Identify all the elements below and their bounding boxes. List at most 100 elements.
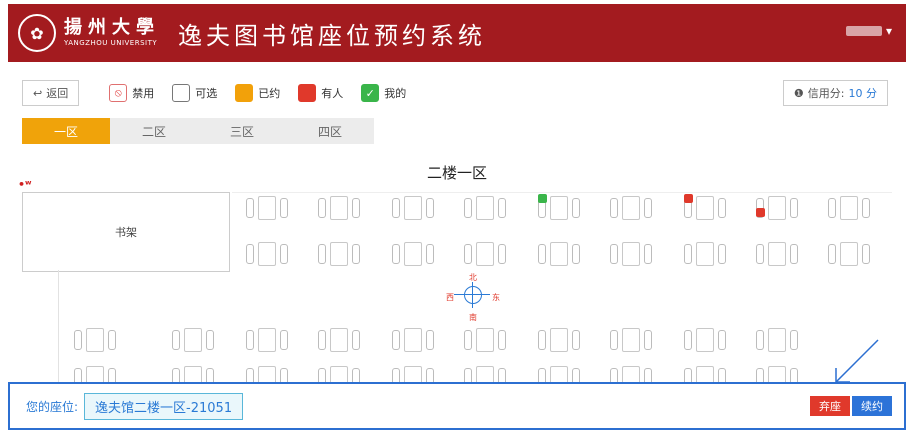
seat-chair xyxy=(426,368,434,382)
seat-map: 二楼一区 •ʷ 书架 北 南 西 东 xyxy=(8,154,906,382)
seat[interactable] xyxy=(538,366,580,382)
annotation-arrow-icon xyxy=(835,339,879,383)
seat-chair xyxy=(74,368,82,382)
divider-line xyxy=(58,270,59,382)
seat-taken-badge xyxy=(756,208,765,217)
legend-label: 可选 xyxy=(195,87,218,100)
seat-free-icon xyxy=(172,84,191,102)
seat[interactable] xyxy=(392,242,434,266)
seat[interactable] xyxy=(464,328,506,352)
seat[interactable] xyxy=(756,328,798,352)
seat[interactable] xyxy=(684,366,726,382)
university-name-cn: 揚州大學 xyxy=(64,17,160,38)
seat-chair xyxy=(538,244,546,264)
seat-chair xyxy=(318,244,326,264)
seat-chair xyxy=(756,244,764,264)
seat[interactable] xyxy=(828,242,870,266)
tab-area-4[interactable]: 四区 xyxy=(286,118,374,144)
seat[interactable] xyxy=(392,366,434,382)
info-icon: ❶ xyxy=(793,86,804,100)
seat-desk xyxy=(86,366,104,382)
seat-chair xyxy=(756,330,764,350)
seat[interactable] xyxy=(464,366,506,382)
seat-booked-icon xyxy=(235,84,254,102)
seat-chair xyxy=(280,330,288,350)
seat-chair xyxy=(684,244,692,264)
forbidden-icon: ⦸ xyxy=(109,84,128,102)
seat-chair xyxy=(392,368,400,382)
seat[interactable] xyxy=(684,194,726,220)
seat-chair xyxy=(426,198,434,218)
seat[interactable] xyxy=(246,242,288,266)
seat-chair xyxy=(318,330,326,350)
tab-area-2[interactable]: 二区 xyxy=(110,118,198,144)
seat[interactable] xyxy=(538,242,580,266)
seat-chair xyxy=(718,244,726,264)
seat[interactable] xyxy=(464,196,506,220)
seat-desk xyxy=(404,242,422,266)
seat-chair xyxy=(464,198,472,218)
renew-button[interactable]: 续约 xyxy=(852,396,892,416)
seat[interactable] xyxy=(318,242,360,266)
abandon-seat-button[interactable]: 弃座 xyxy=(810,396,850,416)
seat[interactable] xyxy=(610,242,652,266)
seat[interactable] xyxy=(610,196,652,220)
legend-booked: 已约 xyxy=(235,84,280,102)
seat-desk xyxy=(476,328,494,352)
seat[interactable] xyxy=(74,328,116,352)
seat[interactable] xyxy=(756,242,798,266)
app-header: ✿ 揚州大學 YANGZHOU UNIVERSITY 逸夫图书馆座位预约系统 ▾ xyxy=(8,4,906,62)
seat[interactable] xyxy=(246,196,288,220)
seat[interactable] xyxy=(684,242,726,266)
seat-chair xyxy=(246,368,254,382)
back-button[interactable]: ↩ 返回 xyxy=(22,80,80,106)
seat-chair xyxy=(352,330,360,350)
legend-mine: ✓ 我的 xyxy=(361,84,406,102)
seat[interactable] xyxy=(464,242,506,266)
seat-desk xyxy=(476,242,494,266)
seat-desk xyxy=(768,242,786,266)
seat[interactable] xyxy=(756,196,798,220)
seat-chair xyxy=(498,198,506,218)
seat[interactable] xyxy=(392,328,434,352)
my-seat-label: 您的座位: xyxy=(26,399,79,414)
seat[interactable] xyxy=(828,196,870,220)
seat[interactable] xyxy=(610,366,652,382)
seat-chair xyxy=(498,244,506,264)
seat-chair xyxy=(318,198,326,218)
seat-chair xyxy=(392,198,400,218)
seat-desk xyxy=(840,242,858,266)
tab-area-1[interactable]: 一区 xyxy=(22,118,110,144)
seat[interactable] xyxy=(74,366,116,382)
seat[interactable] xyxy=(392,196,434,220)
my-seat-bar: 您的座位: 逸夫馆二楼一区-21051 弃座 续约 xyxy=(8,382,906,430)
seat[interactable] xyxy=(756,366,798,382)
compass-south: 南 xyxy=(469,313,477,322)
back-arrow-icon: ↩ xyxy=(33,86,43,100)
seat[interactable] xyxy=(684,328,726,352)
bookshelf: 书架 xyxy=(22,192,230,272)
seat[interactable] xyxy=(538,194,580,220)
seat-chair xyxy=(538,330,546,350)
tab-area-3[interactable]: 三区 xyxy=(198,118,286,144)
seat[interactable] xyxy=(318,196,360,220)
legend-free: 可选 xyxy=(172,84,217,102)
seat[interactable] xyxy=(172,366,214,382)
seat-chair xyxy=(280,368,288,382)
seat[interactable] xyxy=(610,328,652,352)
seat[interactable] xyxy=(318,328,360,352)
seat[interactable] xyxy=(246,328,288,352)
seat[interactable] xyxy=(318,366,360,382)
legend-taken: 有人 xyxy=(298,84,343,102)
user-menu[interactable]: ▾ xyxy=(845,24,892,38)
seat-desk xyxy=(330,242,348,266)
seat-chair xyxy=(684,368,692,382)
user-name-redacted xyxy=(845,26,882,36)
seat-chair xyxy=(610,198,618,218)
seat-desk xyxy=(184,328,202,352)
seat[interactable] xyxy=(538,328,580,352)
seat[interactable] xyxy=(172,328,214,352)
seat[interactable] xyxy=(246,366,288,382)
check-icon: ✓ xyxy=(361,84,380,102)
seat-chair xyxy=(464,368,472,382)
